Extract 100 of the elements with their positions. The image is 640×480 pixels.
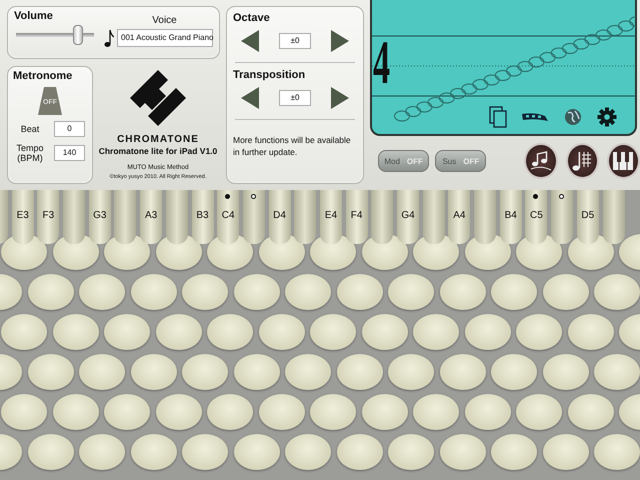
key-tab[interactable]: G3: [88, 190, 111, 244]
key-button[interactable]: [336, 274, 382, 310]
key-tab[interactable]: B4: [500, 190, 522, 244]
key-tab[interactable]: E4: [320, 190, 342, 244]
tempo-field[interactable]: 140: [54, 145, 85, 161]
settings-icon[interactable]: [597, 107, 617, 127]
voice-field[interactable]: 001 Acoustic Grand Piano: [117, 29, 213, 47]
key-tab[interactable]: F3: [37, 190, 60, 244]
key-button[interactable]: [258, 394, 304, 430]
key-tab[interactable]: D4: [268, 190, 291, 244]
key-button[interactable]: [464, 314, 510, 350]
key-button[interactable]: [258, 314, 304, 350]
key-button[interactable]: [491, 354, 537, 390]
key-tab[interactable]: B3: [192, 190, 214, 244]
key-button[interactable]: [130, 354, 176, 390]
key-button[interactable]: [388, 274, 434, 310]
slider-thumb[interactable]: [73, 25, 84, 45]
score-button[interactable]: [524, 143, 558, 179]
key-button[interactable]: [79, 274, 125, 310]
key-button[interactable]: [542, 434, 588, 470]
key-button[interactable]: [28, 434, 74, 470]
key-button[interactable]: [440, 354, 486, 390]
key-tab[interactable]: [371, 190, 394, 244]
key-button[interactable]: [594, 354, 640, 390]
key-button[interactable]: [182, 434, 228, 470]
key-button[interactable]: [388, 354, 434, 390]
key-button[interactable]: [464, 394, 510, 430]
key-button[interactable]: [79, 434, 125, 470]
key-button[interactable]: [594, 434, 640, 470]
key-tab[interactable]: [63, 190, 86, 244]
increase-button[interactable]: [331, 30, 349, 52]
key-button[interactable]: [79, 354, 125, 390]
key-button[interactable]: [362, 314, 408, 350]
key-button[interactable]: [440, 274, 486, 310]
key-button[interactable]: [1, 314, 47, 350]
key-button[interactable]: [234, 434, 280, 470]
key-tab[interactable]: [551, 190, 574, 244]
key-button[interactable]: [130, 434, 176, 470]
key-button[interactable]: [568, 394, 614, 430]
key-button[interactable]: [594, 274, 640, 310]
key-button[interactable]: [336, 354, 382, 390]
key-button[interactable]: [156, 314, 202, 350]
key-button[interactable]: [542, 354, 588, 390]
key-button[interactable]: [285, 354, 331, 390]
key-button[interactable]: [182, 274, 228, 310]
key-button[interactable]: [28, 354, 74, 390]
key-button[interactable]: [285, 274, 331, 310]
key-tab[interactable]: A3: [140, 190, 162, 244]
key-tab[interactable]: [114, 190, 136, 244]
key-tab[interactable]: [602, 190, 624, 244]
key-button[interactable]: [285, 434, 331, 470]
key-tab[interactable]: [422, 190, 445, 244]
key-tab[interactable]: F4: [346, 190, 368, 244]
decrease-button[interactable]: [241, 30, 259, 52]
key-button[interactable]: [542, 274, 588, 310]
key-button[interactable]: [362, 394, 408, 430]
transposition-field[interactable]: ±0: [279, 90, 311, 106]
key-button[interactable]: [413, 394, 459, 430]
key-tab[interactable]: [474, 190, 496, 244]
key-button[interactable]: [568, 314, 614, 350]
key-tab[interactable]: [294, 190, 316, 244]
key-button[interactable]: [440, 434, 486, 470]
key-tab[interactable]: A4: [448, 190, 470, 244]
key-tab[interactable]: D5: [576, 190, 599, 244]
key-button[interactable]: [388, 434, 434, 470]
key-button[interactable]: [130, 274, 176, 310]
key-button[interactable]: [516, 314, 562, 350]
key-button[interactable]: [52, 394, 98, 430]
key-tab[interactable]: [242, 190, 265, 244]
key-button[interactable]: [28, 274, 74, 310]
toggle-button[interactable]: Sus OFF: [435, 150, 486, 172]
toggle-button[interactable]: Mod OFF: [378, 150, 430, 172]
beat-field[interactable]: 0: [54, 121, 85, 137]
key-tab[interactable]: [166, 190, 188, 244]
increase-button[interactable]: [331, 87, 349, 109]
key-tab[interactable]: C4: [217, 190, 240, 244]
pages-icon[interactable]: [489, 106, 507, 128]
key-button[interactable]: [1, 394, 47, 430]
key-button[interactable]: [207, 394, 253, 430]
key-button[interactable]: [310, 314, 356, 350]
key-button[interactable]: [310, 394, 356, 430]
key-button[interactable]: [336, 434, 382, 470]
key-button[interactable]: [156, 394, 202, 430]
key-button[interactable]: [491, 274, 537, 310]
key-button[interactable]: [234, 354, 280, 390]
key-button[interactable]: [104, 394, 150, 430]
key-button[interactable]: [182, 354, 228, 390]
key-button[interactable]: [234, 274, 280, 310]
key-tab[interactable]: C5: [525, 190, 548, 244]
decrease-button[interactable]: [241, 87, 259, 109]
key-button[interactable]: [52, 314, 98, 350]
key-button[interactable]: [104, 314, 150, 350]
key-tab[interactable]: G4: [397, 190, 419, 244]
note-grid-button[interactable]: [566, 143, 599, 179]
piano-button[interactable]: [606, 143, 640, 179]
key-button[interactable]: [516, 394, 562, 430]
key-button[interactable]: [413, 314, 459, 350]
key-button[interactable]: [491, 434, 537, 470]
globe-icon[interactable]: [563, 107, 583, 127]
metronome-icon[interactable]: [38, 87, 62, 115]
